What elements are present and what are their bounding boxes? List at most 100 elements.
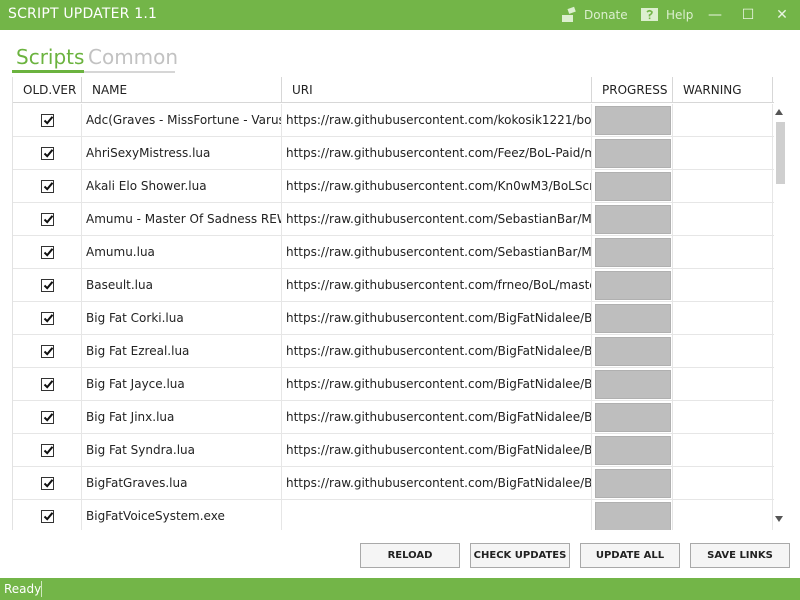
table-row[interactable]: Big Fat Corki.lua https://raw.githubuserc… — [13, 302, 774, 335]
donate-label: Donate — [584, 8, 628, 22]
warning-cell — [673, 500, 773, 530]
progress-bar — [595, 337, 671, 366]
name-cell: Big Fat Jinx.lua — [82, 401, 282, 433]
column-header-uri[interactable]: URI — [282, 77, 592, 103]
warning-cell — [673, 434, 773, 466]
close-button[interactable]: ✕ — [767, 0, 797, 30]
save-links-button[interactable]: SAVE LINKS — [690, 543, 790, 568]
uri-cell: https://raw.githubusercontent.com/BigFat… — [282, 401, 592, 433]
progress-bar — [595, 403, 671, 432]
active-tab-indicator — [12, 70, 84, 73]
progress-cell — [592, 434, 673, 466]
table-row[interactable]: Big Fat Jayce.lua https://raw.githubuserc… — [13, 368, 774, 401]
uri-cell: https://raw.githubusercontent.com/Feez/B… — [282, 137, 592, 169]
status-text: Ready — [4, 582, 42, 596]
warning-cell — [673, 170, 773, 202]
name-cell: Big Fat Ezreal.lua — [82, 335, 282, 367]
progress-cell — [592, 335, 673, 367]
uri-cell: https://raw.githubusercontent.com/Kn0wM3… — [282, 170, 592, 202]
help-label: Help — [666, 8, 694, 22]
table-row[interactable]: Big Fat Ezreal.lua https://raw.githubuser… — [13, 335, 774, 368]
help-icon — [641, 8, 658, 21]
warning-cell — [673, 137, 773, 169]
table-row[interactable]: BigFatGraves.lua https://raw.githubuserco… — [13, 467, 774, 500]
oldver-cell — [13, 500, 82, 530]
table-row[interactable]: Baseult.lua https://raw.githubusercontent… — [13, 269, 774, 302]
minimize-button[interactable]: — — [700, 0, 730, 30]
warning-cell — [673, 467, 773, 499]
progress-cell — [592, 269, 673, 301]
checkmark-icon — [43, 412, 53, 422]
table-row[interactable]: Adc(Graves - MissFortune - Varus).luahtt… — [13, 104, 774, 137]
scroll-up-icon[interactable] — [775, 109, 783, 115]
donate-button[interactable]: Donate — [560, 0, 628, 30]
warning-cell — [673, 368, 773, 400]
warning-cell — [673, 401, 773, 433]
status-separator — [41, 581, 42, 597]
oldver-checkbox[interactable] — [40, 278, 54, 292]
oldver-checkbox[interactable] — [40, 476, 54, 490]
progress-cell — [592, 467, 673, 499]
check-updates-button[interactable]: CHECK UPDATES — [470, 543, 570, 568]
oldver-checkbox[interactable] — [40, 344, 54, 358]
name-cell: BigFatVoiceSystem.exe — [82, 500, 282, 530]
help-button[interactable]: Help — [640, 0, 693, 30]
maximize-icon: ☐ — [741, 7, 755, 23]
progress-bar — [595, 238, 671, 267]
uri-cell: https://raw.githubusercontent.com/BigFat… — [282, 434, 592, 466]
column-header-progress[interactable]: PROGRESS — [592, 77, 673, 103]
oldver-checkbox[interactable] — [40, 245, 54, 259]
checkmark-icon — [43, 280, 53, 290]
table-row[interactable]: Big Fat Jinx.lua https://raw.githubuserco… — [13, 401, 774, 434]
oldver-checkbox[interactable] — [40, 410, 54, 424]
reload-button[interactable]: RELOAD — [360, 543, 460, 568]
table-row[interactable]: Amumu.lua https://raw.githubusercontent.c… — [13, 236, 774, 269]
oldver-cell — [13, 269, 82, 301]
oldver-cell — [13, 467, 82, 499]
uri-cell — [282, 500, 592, 530]
progress-bar — [595, 172, 671, 201]
name-cell: Amumu.lua — [82, 236, 282, 268]
oldver-checkbox[interactable] — [40, 179, 54, 193]
vertical-scrollbar[interactable] — [775, 105, 787, 530]
name-cell: Big Fat Syndra.lua — [82, 434, 282, 466]
tab-divider — [84, 71, 175, 73]
progress-cell — [592, 104, 673, 136]
progress-bar — [595, 106, 671, 135]
scripts-grid: OLD.VER NAME URI PROGRESS WARNING Adc(Gr… — [12, 77, 774, 530]
table-row[interactable]: Big Fat Syndra.lua https://raw.githubuser… — [13, 434, 774, 467]
oldver-checkbox[interactable] — [40, 509, 54, 523]
progress-bar — [595, 502, 671, 530]
tab-common[interactable]: Common — [88, 45, 178, 69]
column-header-name[interactable]: NAME — [82, 77, 282, 103]
tab-scripts[interactable]: Scripts — [16, 45, 84, 69]
warning-cell — [673, 335, 773, 367]
progress-bar — [595, 370, 671, 399]
scroll-thumb[interactable] — [776, 122, 785, 184]
table-row[interactable]: Akali Elo Shower.lua https://raw.githubus… — [13, 170, 774, 203]
scroll-down-icon[interactable] — [775, 516, 783, 522]
oldver-cell — [13, 368, 82, 400]
oldver-checkbox[interactable] — [40, 113, 54, 127]
table-row[interactable]: AhriSexyMistress.lua https://raw.githubus… — [13, 137, 774, 170]
oldver-checkbox[interactable] — [40, 443, 54, 457]
update-all-button[interactable]: UPDATE ALL — [580, 543, 680, 568]
oldver-cell — [13, 137, 82, 169]
oldver-checkbox[interactable] — [40, 146, 54, 160]
warning-cell — [673, 104, 773, 136]
progress-cell — [592, 137, 673, 169]
checkmark-icon — [43, 148, 53, 158]
maximize-button[interactable]: ☐ — [733, 0, 763, 30]
table-row[interactable]: BigFatVoiceSystem.exe — [13, 500, 774, 530]
oldver-checkbox[interactable] — [40, 311, 54, 325]
uri-cell: https://raw.githubusercontent.com/kokosi… — [282, 104, 592, 136]
column-header-oldver[interactable]: OLD.VER — [13, 77, 82, 103]
table-row[interactable]: Amumu - Master Of Sadness REWORK.luahttp… — [13, 203, 774, 236]
oldver-cell — [13, 335, 82, 367]
checkmark-icon — [43, 181, 53, 191]
oldver-checkbox[interactable] — [40, 377, 54, 391]
column-header-warning[interactable]: WARNING — [673, 77, 773, 103]
checkmark-icon — [43, 115, 53, 125]
oldver-checkbox[interactable] — [40, 212, 54, 226]
checkmark-icon — [43, 445, 53, 455]
